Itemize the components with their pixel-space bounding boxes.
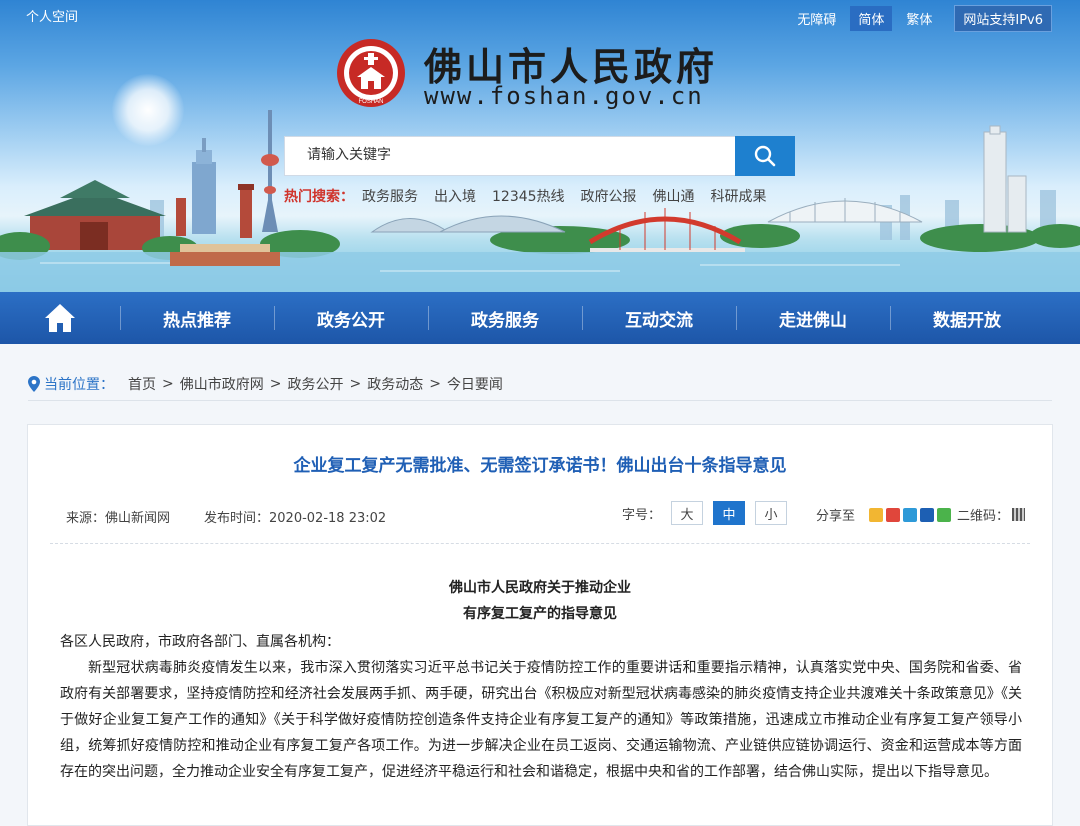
city-emblem-logo[interactable]: FOSHAN: [335, 37, 407, 109]
emblem-text: FOSHAN: [358, 99, 383, 105]
tencent-weibo-share-icon[interactable]: [903, 507, 918, 522]
breadcrumb-today-news[interactable]: 今日要闻: [447, 374, 503, 394]
hot-search: 热门搜索： 政务服务 出入境 12345热线 政府公报 佛山通 科研成果: [284, 186, 783, 206]
nav-item-interaction[interactable]: 互动交流: [582, 292, 736, 344]
breadcrumb-separator: >: [349, 376, 362, 392]
main-nav: 热点推荐 政务公开 政务服务 互动交流 走进佛山 数据开放: [0, 292, 1080, 344]
font-medium-button[interactable]: 中: [713, 501, 746, 525]
article-publish-time: 发布时间：2020-02-18 23:02: [204, 511, 387, 526]
nav-item-government-services[interactable]: 政务服务: [428, 292, 582, 344]
share-icons: [869, 507, 952, 522]
breadcrumb-separator: >: [429, 376, 441, 392]
top-links: 无障碍 简体 繁体 网站支持IPv6: [783, 5, 1052, 32]
breadcrumb-gov-news[interactable]: 政务动态: [367, 374, 423, 394]
qr-code-label: 二维码：: [957, 509, 1010, 524]
weibo-share-icon[interactable]: [886, 507, 901, 522]
renren-share-icon[interactable]: [920, 507, 935, 522]
traditional-chinese-link[interactable]: 繁体: [898, 6, 940, 31]
breadcrumb: 当前位置： 首页 > 佛山市政府网 > 政务公开 > 政务动态 > 今日要闻: [28, 368, 1052, 401]
nav-item-open-data[interactable]: 数据开放: [890, 292, 1044, 344]
article-body: 各区人民政府，市政府各部门、直属各机构： 新型冠状病毒肺炎疫情发生以来，我市深入…: [60, 629, 1022, 785]
hot-search-item[interactable]: 出入境: [434, 186, 476, 206]
hot-search-item[interactable]: 佛山通: [653, 186, 695, 206]
hot-search-label: 热门搜索：: [284, 189, 354, 205]
qr-code-icon[interactable]: [1012, 508, 1026, 521]
site-banner: 个人空间 无障碍 简体 繁体 网站支持IPv6 FOSHAN 佛山市人民政府 w…: [0, 0, 1080, 292]
article-source: 来源：佛山新闻网: [66, 511, 171, 526]
search-icon: [754, 145, 776, 167]
hot-search-item[interactable]: 科研成果: [711, 186, 767, 206]
font-size-label: 字号：: [622, 507, 662, 523]
hot-search-item[interactable]: 政府公报: [581, 186, 637, 206]
nav-item-hot-recommend[interactable]: 热点推荐: [120, 292, 274, 344]
article-panel: 企业复工复产无需批准、无需签订承诺书！佛山出台十条指导意见 来源：佛山新闻网 发…: [27, 424, 1053, 826]
nav-home[interactable]: [0, 292, 120, 344]
personal-space-link[interactable]: 个人空间: [26, 6, 78, 25]
share-label: 分享至: [816, 509, 856, 524]
breadcrumb-home[interactable]: 首页: [128, 374, 156, 394]
wechat-share-icon[interactable]: [937, 507, 952, 522]
hot-search-item[interactable]: 政务服务: [362, 186, 418, 206]
article-headline: 企业复工复产无需批准、无需签订承诺书！佛山出台十条指导意见: [293, 456, 787, 476]
home-icon: [45, 304, 75, 332]
font-large-button[interactable]: 大: [671, 501, 704, 525]
search-input[interactable]: [285, 137, 727, 173]
breadcrumb-gov-affairs[interactable]: 政务公开: [287, 374, 343, 394]
document-title-line1: 佛山市人民政府关于推动企业: [449, 580, 631, 596]
site-url: www.foshan.gov.cn: [424, 82, 704, 110]
nav-item-government-affairs-open[interactable]: 政务公开: [274, 292, 428, 344]
meta-divider: [50, 543, 1030, 544]
ipv6-support-badge: 网站支持IPv6: [954, 5, 1052, 32]
breadcrumb-city-gov[interactable]: 佛山市政府网: [180, 374, 264, 394]
breadcrumb-label: 当前位置：: [44, 377, 114, 393]
share-bar: 分享至 二维码：: [816, 505, 1026, 524]
document-title-line2: 有序复工复产的指导意见: [463, 606, 617, 622]
breadcrumb-separator: >: [162, 376, 174, 392]
hot-search-item[interactable]: 12345热线: [492, 186, 565, 206]
font-small-button[interactable]: 小: [755, 501, 788, 525]
article-meta: 来源：佛山新闻网 发布时间：2020-02-18 23:02: [66, 507, 420, 526]
font-size-control: 字号： 大 中 小: [622, 501, 788, 525]
search-button[interactable]: [735, 136, 795, 176]
nav-item-about-foshan[interactable]: 走进佛山: [736, 292, 890, 344]
simplified-chinese-link[interactable]: 简体: [850, 6, 893, 31]
search-box: [284, 136, 736, 176]
qzone-share-icon[interactable]: [869, 507, 884, 522]
article-salutation: 各区人民政府，市政府各部门、直属各机构：: [60, 634, 340, 650]
article-paragraph: 新型冠状病毒肺炎疫情发生以来，我市深入贯彻落实习近平总书记关于疫情防控工作的重要…: [60, 660, 1022, 780]
accessibility-link[interactable]: 无障碍: [789, 6, 844, 31]
breadcrumb-separator: >: [269, 376, 282, 392]
location-pin-icon: [28, 376, 40, 392]
